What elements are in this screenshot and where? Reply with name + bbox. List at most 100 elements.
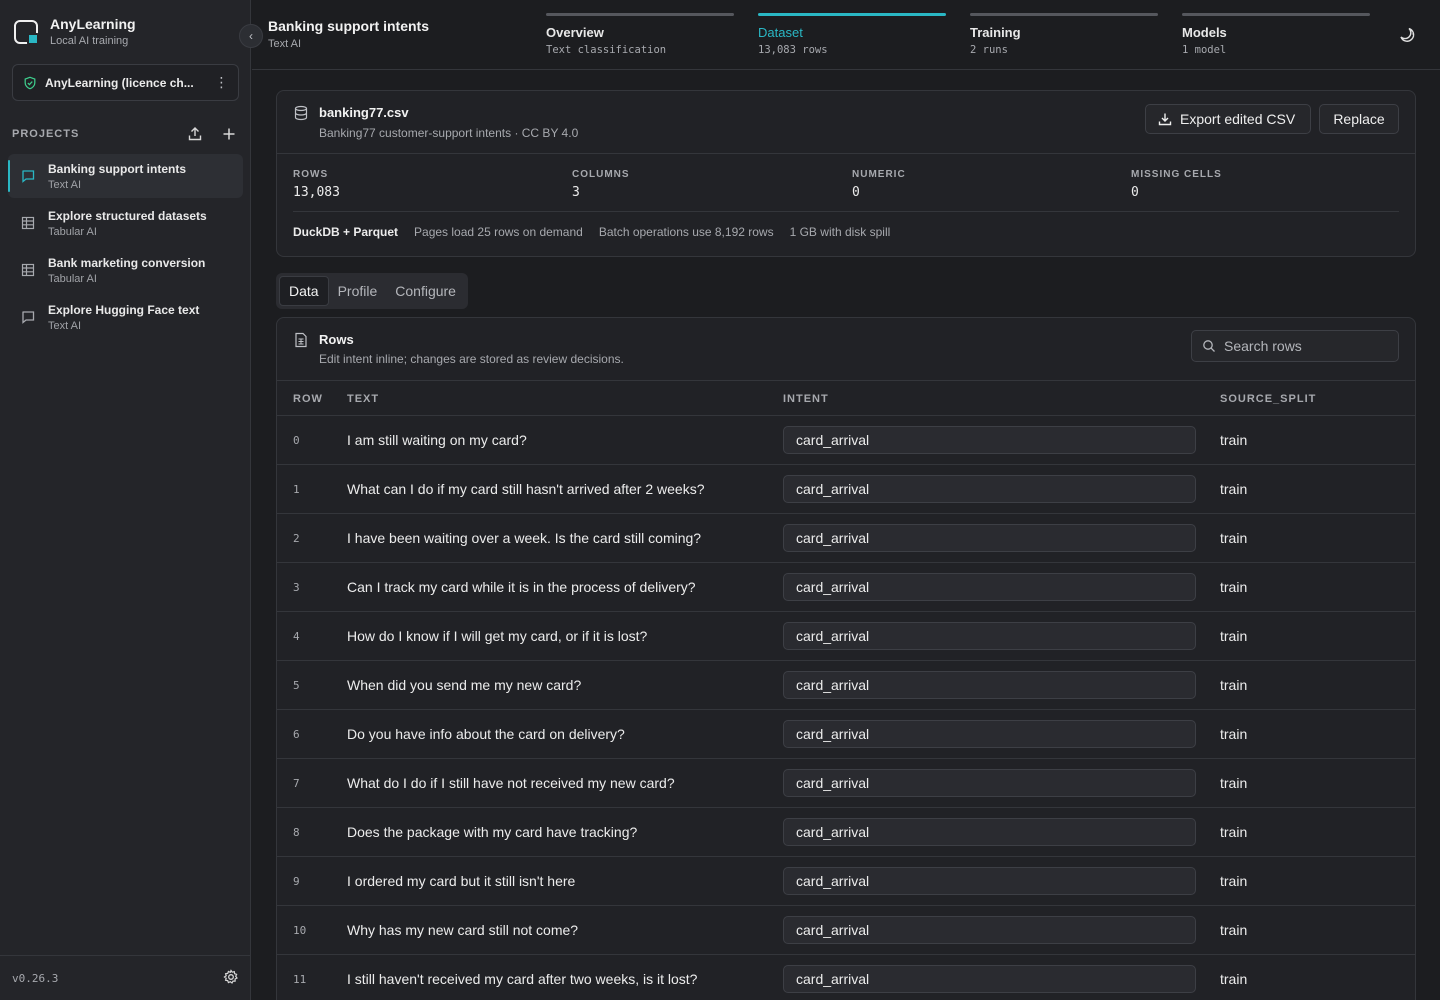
database-icon [294,105,308,121]
export-csv-button[interactable]: Export edited CSV [1145,104,1311,134]
intent-input[interactable] [783,426,1196,454]
licence-switcher[interactable]: AnyLearning (licence ch... ⋮ [12,64,239,101]
table-row: 5 When did you send me my new card? trai… [277,661,1415,710]
engine-info: DuckDB + Parquet Pages load 25 rows on d… [293,225,906,239]
row-split: train [1220,824,1248,840]
rows-description: Edit intent inline; changes are stored a… [319,352,624,366]
step-models[interactable]: Models 1 model [1182,13,1370,56]
project-name: Bank marketing conversion [48,255,206,270]
step-name: Training [970,25,1021,40]
project-list: Banking support intents Text AI Explore … [8,154,243,342]
sidebar-footer: v0.26.3 [0,955,251,1000]
table-header: ROW TEXT INTENT SOURCE_SPLIT [277,380,1415,416]
table-row: 11 I still haven't received my card afte… [277,955,1415,1000]
step-name: Models [1182,25,1227,40]
version-label: v0.26.3 [12,971,59,985]
table-row: 10 Why has my new card still not come? t… [277,906,1415,955]
engine-note: Batch operations use 8,192 rows [598,225,774,239]
project-type: Text AI [48,178,82,191]
step-training[interactable]: Training 2 runs [970,13,1158,56]
rows-title: Rows [319,332,354,347]
step-desc: 13,083 rows [758,44,828,56]
search-box [1191,330,1399,362]
search-icon [1203,340,1215,352]
collapse-sidebar-button[interactable]: ‹ [239,24,263,48]
row-index: 5 [293,679,300,692]
table-row: 2 I have been waiting over a week. Is th… [277,514,1415,563]
row-text: I still haven't received my card after t… [347,971,698,987]
row-index: 3 [293,581,300,594]
page-title: Banking support intents [268,18,429,34]
upload-icon[interactable] [185,124,205,144]
intent-input[interactable] [783,818,1196,846]
table-icon [20,262,36,278]
search-rows-input[interactable] [1224,338,1384,354]
add-project-icon[interactable] [219,124,239,144]
tab-profile[interactable]: Profile [329,276,387,306]
engine-note: Pages load 25 rows on demand [414,225,583,239]
brand-logo-icon [14,19,39,45]
column-header-intent[interactable]: INTENT [783,393,829,405]
row-text: Can I track my card while it is in the p… [347,579,696,595]
step-progress-bar [1182,13,1370,16]
table-row: 6 Do you have info about the card on del… [277,710,1415,759]
stat-numeric: NUMERIC 0 [852,169,906,200]
step-progress-bar [758,13,946,16]
stat-label: COLUMNS [572,169,630,180]
row-text: Do you have info about the card on deliv… [347,726,625,742]
row-split: train [1220,677,1248,693]
column-header-row[interactable]: ROW [293,393,323,405]
intent-input[interactable] [783,524,1196,552]
row-split: train [1220,481,1248,497]
project-item-banking-support-intents[interactable]: Banking support intents Text AI [8,154,243,198]
intent-input[interactable] [783,475,1196,503]
card-divider [277,153,1415,154]
table-body: 0 I am still waiting on my card? train 1… [277,416,1415,1000]
replace-dataset-button[interactable]: Replace [1319,104,1399,134]
intent-input[interactable] [783,720,1196,748]
tab-configure[interactable]: Configure [386,276,465,306]
step-dataset[interactable]: Dataset 13,083 rows [758,13,946,56]
table-row: 7 What do I do if I still have not recei… [277,759,1415,808]
step-name: Dataset [758,25,803,40]
stat-value: 0 [852,185,860,200]
tab-data[interactable]: Data [279,276,329,306]
table-row: 9 I ordered my card but it still isn't h… [277,857,1415,906]
dataset-card: banking77.csv Banking77 customer-support… [276,90,1416,257]
brand-subtitle: Local AI training [50,35,129,47]
column-header-text[interactable]: TEXT [347,393,379,405]
page-subtitle: Text AI [268,38,302,50]
brand[interactable]: AnyLearning Local AI training [14,16,136,47]
intent-input[interactable] [783,671,1196,699]
chevron-left-icon: ‹ [249,29,253,43]
gear-icon[interactable] [223,968,239,988]
rows-card: Rows Edit intent inline; changes are sto… [276,317,1416,1000]
chat-bubble-icon [20,309,36,325]
intent-input[interactable] [783,573,1196,601]
column-header-source-split[interactable]: SOURCE_SPLIT [1220,393,1316,405]
export-csv-label: Export edited CSV [1180,111,1296,127]
theme-toggle-icon[interactable] [1396,24,1418,46]
table-row: 3 Can I track my card while it is in the… [277,563,1415,612]
row-index: 6 [293,728,300,741]
row-split: train [1220,432,1248,448]
intent-input[interactable] [783,622,1196,650]
more-vertical-icon[interactable]: ⋮ [214,74,229,91]
row-index: 4 [293,630,300,643]
row-index: 7 [293,777,300,790]
row-split: train [1220,873,1248,889]
project-item-bank-marketing-conversion[interactable]: Bank marketing conversion Tabular AI [8,248,243,292]
step-desc: 1 model [1182,44,1227,56]
intent-input[interactable] [783,965,1196,993]
chat-bubble-icon [20,168,36,184]
intent-input[interactable] [783,769,1196,797]
project-name: Banking support intents [48,161,186,176]
projects-header: PROJECTS [12,122,239,146]
project-item-explore-structured-datasets[interactable]: Explore structured datasets Tabular AI [8,201,243,245]
step-overview[interactable]: Overview Text classification [546,13,734,56]
intent-input[interactable] [783,916,1196,944]
project-item-explore-hugging-face-text[interactable]: Explore Hugging Face text Text AI [8,295,243,339]
brand-name: AnyLearning [50,16,136,32]
intent-input[interactable] [783,867,1196,895]
row-index: 8 [293,826,300,839]
